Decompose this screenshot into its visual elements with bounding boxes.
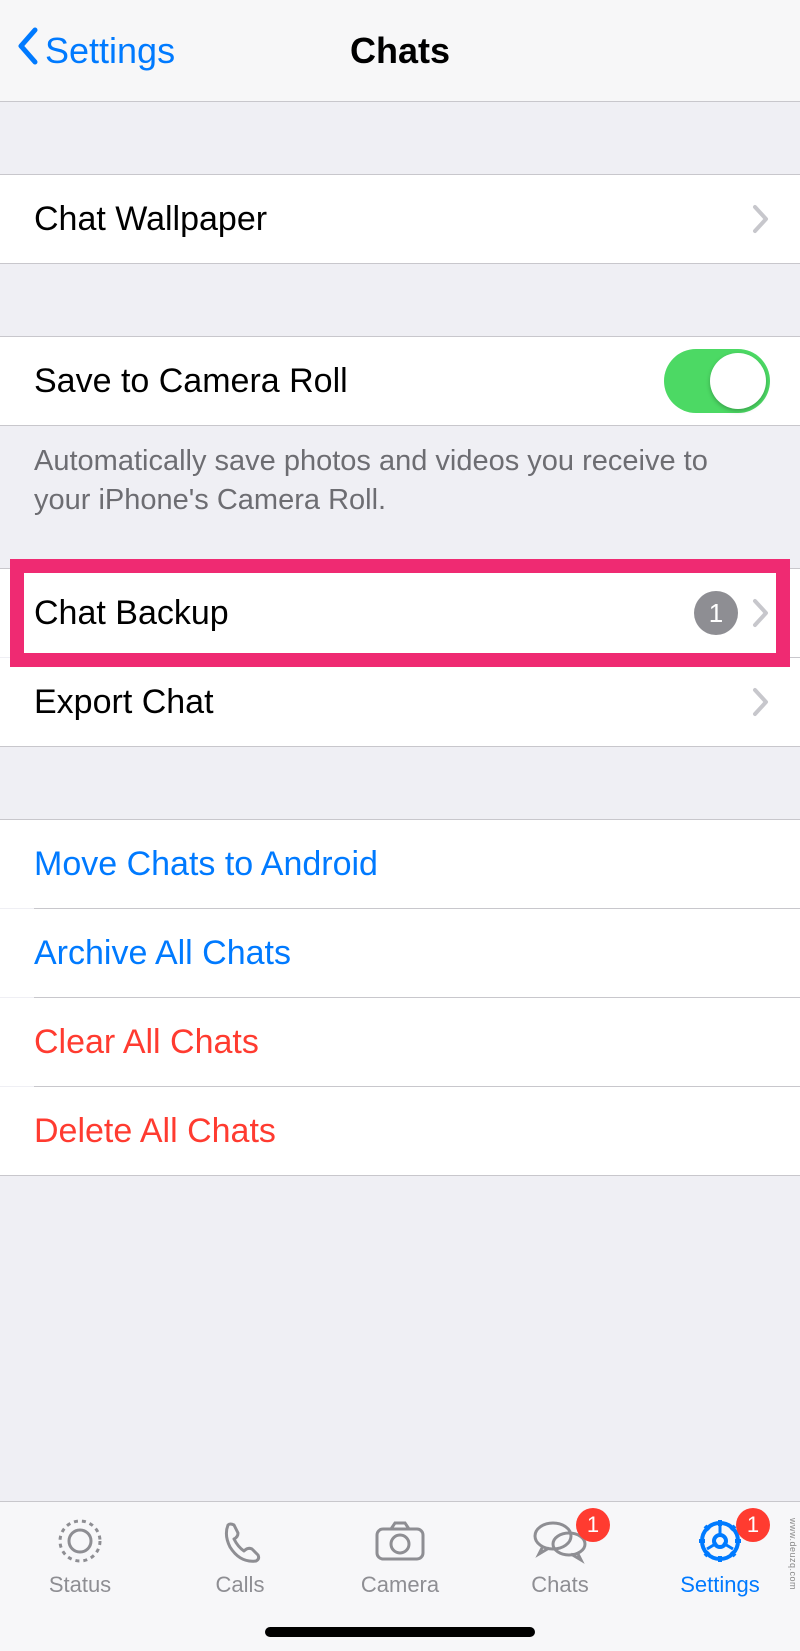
group-actions: Move Chats to Android Archive All Chats …: [0, 819, 800, 1176]
save-camera-roll-toggle[interactable]: [664, 349, 770, 413]
move-chats-cell[interactable]: Move Chats to Android: [0, 820, 800, 908]
tab-settings[interactable]: 1 Settings: [640, 1514, 800, 1651]
group-wallpaper: Chat Wallpaper: [0, 174, 800, 264]
tab-status-label: Status: [49, 1572, 111, 1598]
back-label: Settings: [45, 30, 175, 72]
chat-backup-badge: 1: [694, 591, 738, 635]
camera-icon: [373, 1514, 427, 1568]
navbar: Settings Chats: [0, 0, 800, 102]
archive-all-label: Archive All Chats: [34, 934, 770, 973]
spacer: [0, 747, 800, 819]
delete-all-label: Delete All Chats: [34, 1112, 770, 1151]
clear-all-label: Clear All Chats: [34, 1023, 770, 1062]
tab-calls-label: Calls: [216, 1572, 265, 1598]
group-camera-roll: Save to Camera Roll: [0, 336, 800, 426]
back-chevron-icon: [15, 26, 39, 75]
export-chat-cell[interactable]: Export Chat: [0, 658, 800, 746]
spacer: [0, 536, 800, 568]
clear-all-cell[interactable]: Clear All Chats: [0, 998, 800, 1086]
tab-status[interactable]: Status: [0, 1514, 160, 1651]
chat-wallpaper-label: Chat Wallpaper: [34, 200, 738, 239]
tab-settings-badge: 1: [736, 1508, 770, 1542]
delete-all-cell[interactable]: Delete All Chats: [0, 1087, 800, 1175]
tab-camera-label: Camera: [361, 1572, 439, 1598]
tab-chats-badge: 1: [576, 1508, 610, 1542]
archive-all-cell[interactable]: Archive All Chats: [0, 909, 800, 997]
chat-backup-wrap: Chat Backup 1: [0, 569, 800, 657]
watermark: www.deuzq.com: [788, 1518, 798, 1590]
tab-chats-label: Chats: [531, 1572, 588, 1598]
tabbar: Status Calls Camera 1 Chats 1: [0, 1501, 800, 1651]
export-chat-label: Export Chat: [34, 683, 738, 722]
group-backup-export: Chat Backup 1 Export Chat: [0, 568, 800, 747]
chat-wallpaper-cell[interactable]: Chat Wallpaper: [0, 175, 800, 263]
phone-icon: [216, 1514, 264, 1568]
page-title: Chats: [350, 30, 450, 72]
chevron-right-icon: [752, 598, 770, 628]
chat-backup-label: Chat Backup: [34, 594, 694, 633]
move-chats-label: Move Chats to Android: [34, 845, 770, 884]
camera-roll-footer: Automatically save photos and videos you…: [0, 426, 800, 536]
spacer: [0, 102, 800, 174]
spacer: [0, 264, 800, 336]
chat-backup-cell[interactable]: Chat Backup 1: [0, 569, 800, 657]
back-button[interactable]: Settings: [15, 26, 175, 75]
save-camera-roll-label: Save to Camera Roll: [34, 362, 664, 401]
tab-settings-label: Settings: [680, 1572, 760, 1598]
home-indicator[interactable]: [265, 1627, 535, 1637]
save-camera-roll-cell[interactable]: Save to Camera Roll: [0, 337, 800, 425]
chevron-right-icon: [752, 687, 770, 717]
status-icon: [55, 1514, 105, 1568]
chevron-right-icon: [752, 204, 770, 234]
